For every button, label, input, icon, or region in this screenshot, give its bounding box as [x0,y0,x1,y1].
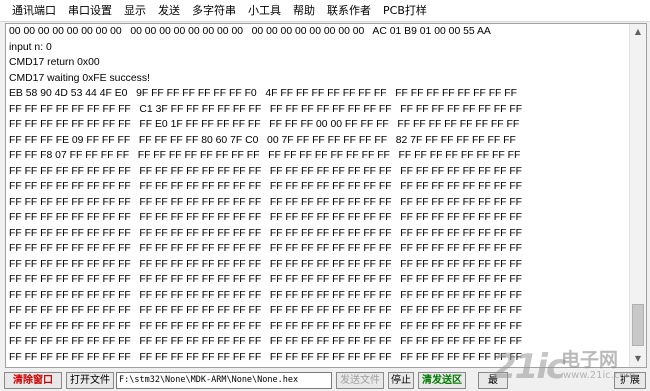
menu-comm-port[interactable]: 通讯端口 [6,0,62,22]
menu-multi-string[interactable]: 多字符串 [186,0,242,22]
open-file-button[interactable]: 打开文件 [66,372,114,389]
terminal-line: FF FF F8 07 FF FF FF FF FF FF FF FF FF F… [9,150,521,161]
terminal-line: FF FF FF FF FF FF FF FF FF FF FF FF FF F… [9,289,523,301]
clear-window-button[interactable]: 清除窗口 [4,372,62,389]
menu-send[interactable]: 发送 [152,0,186,22]
receive-text: 00 00 00 00 00 00 00 00 00 00 00 00 00 0… [9,24,619,367]
terminal-line: FF FF FF FF FF FF FF FF FF FF FF FF FF F… [9,258,523,270]
stop-button[interactable]: 停止 [388,372,414,389]
serial-debug-window: 通讯端口 串口设置 显示 发送 多字符串 小工具 帮助 联系作者 PCB打样 0… [0,0,650,391]
terminal-line: FF FF FF FF FF FF FF FF FF FF FF FF FF F… [9,227,523,239]
terminal-line: FF FF FF FE 09 FF FF FF FF FF FF FF 80 6… [9,134,516,146]
menu-bar: 通讯端口 串口设置 显示 发送 多字符串 小工具 帮助 联系作者 PCB打样 [0,0,650,22]
scroll-up-icon[interactable]: ▲ [630,24,646,40]
scroll-thumb[interactable] [632,304,644,346]
terminal-line: FF FF FF FF FF FF FF FF FF FF FF FF FF F… [9,212,523,223]
send-file-button[interactable]: 发送文件 [336,372,384,389]
terminal-line: FF FF FF FF FF FF FF FF FF FF FF FF FF F… [9,274,523,285]
terminal-line: CMD17 waiting 0xFE success! [9,72,150,84]
terminal-line: FF FF FF FF FF FF FF FF FF FF FF FF FF F… [9,243,523,254]
vertical-scrollbar[interactable]: ▲ ▼ [629,24,646,367]
watermark: 21ic 电子网 www.21ic.com [493,343,643,391]
terminal-line: input n: 0 [9,41,52,53]
terminal-line: FF FF FF FF FF FF FF FF C1 3F FF FF FF F… [9,103,523,115]
menu-display[interactable]: 显示 [118,0,152,22]
menu-tools[interactable]: 小工具 [242,0,287,22]
file-path-field[interactable]: F:\stm32\None\MDK-ARM\None\None.hex [116,372,332,389]
watermark-url: www.21ic.com [563,370,636,381]
menu-help[interactable]: 帮助 [287,0,321,22]
terminal-line: CMD17 return 0x00 [9,57,100,68]
watermark-cn-text: 电子网 [561,349,619,371]
menu-pcb[interactable]: PCB打样 [377,0,433,22]
menu-serial-settings[interactable]: 串口设置 [62,0,118,22]
terminal-line: FF FF FF FF FF FF FF FF FF FF FF FF FF F… [9,305,523,316]
terminal-line: FF FF FF FF FF FF FF FF FF FF FF FF FF F… [9,320,523,332]
terminal-line: EB 58 90 4D 53 44 4F E0 9F FF FF FF FF F… [9,88,517,99]
terminal-line: FF FF FF FF FF FF FF FF FF FF FF FF FF F… [9,196,523,208]
terminal-line: 00 00 00 00 00 00 00 00 00 00 00 00 00 0… [9,26,491,37]
watermark-logo: 21ic [493,347,566,387]
receive-area[interactable]: 00 00 00 00 00 00 00 00 00 00 00 00 00 0… [5,23,647,368]
menu-contact-author[interactable]: 联系作者 [321,0,377,22]
terminal-line: FF FF FF FF FF FF FF FF FF E0 1F FF FF F… [9,119,520,130]
terminal-line: FF FF FF FF FF FF FF FF FF FF FF FF FF F… [9,181,523,192]
clear-send-area-button[interactable]: 清发送区 [418,372,466,389]
terminal-line: FF FF FF FF FF FF FF FF FF FF FF FF FF F… [9,165,523,177]
